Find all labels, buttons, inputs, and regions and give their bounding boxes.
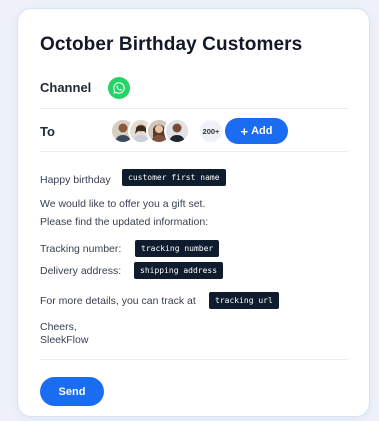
- variable-tag[interactable]: shipping address: [134, 262, 224, 279]
- send-button[interactable]: Send: [40, 377, 104, 406]
- delivery-label: Delivery address:: [40, 265, 122, 277]
- channel-label: Channel: [40, 80, 92, 95]
- offer-text: We would like to offer you a gift set.: [40, 198, 206, 210]
- signoff-cheers: Cheers,: [40, 321, 77, 333]
- recipients-label: To: [40, 124, 55, 139]
- avatar: [164, 118, 190, 144]
- signoff-sender: SleekFlow: [40, 334, 89, 346]
- tracking-label: Tracking number:: [40, 243, 122, 255]
- details-text: For more details, you can track at: [40, 295, 196, 307]
- info-text: Please find the updated information:: [40, 216, 209, 228]
- plus-icon: +: [240, 123, 249, 139]
- avatar-count-badge: 200+: [198, 118, 224, 144]
- whatsapp-icon[interactable]: [108, 77, 130, 99]
- add-recipient-button[interactable]: + Add: [225, 118, 288, 144]
- divider: [40, 359, 348, 360]
- greeting-text: Happy birthday: [40, 174, 111, 186]
- add-button-label: Add: [251, 125, 273, 137]
- variable-tag[interactable]: tracking url: [209, 292, 279, 309]
- variable-tag[interactable]: customer first name: [122, 169, 226, 186]
- divider: [40, 108, 348, 109]
- broadcast-card: October Birthday Customers Channel To 20…: [17, 8, 370, 417]
- divider: [40, 151, 348, 152]
- variable-tag[interactable]: tracking number: [135, 240, 220, 257]
- page-title: October Birthday Customers: [40, 34, 303, 55]
